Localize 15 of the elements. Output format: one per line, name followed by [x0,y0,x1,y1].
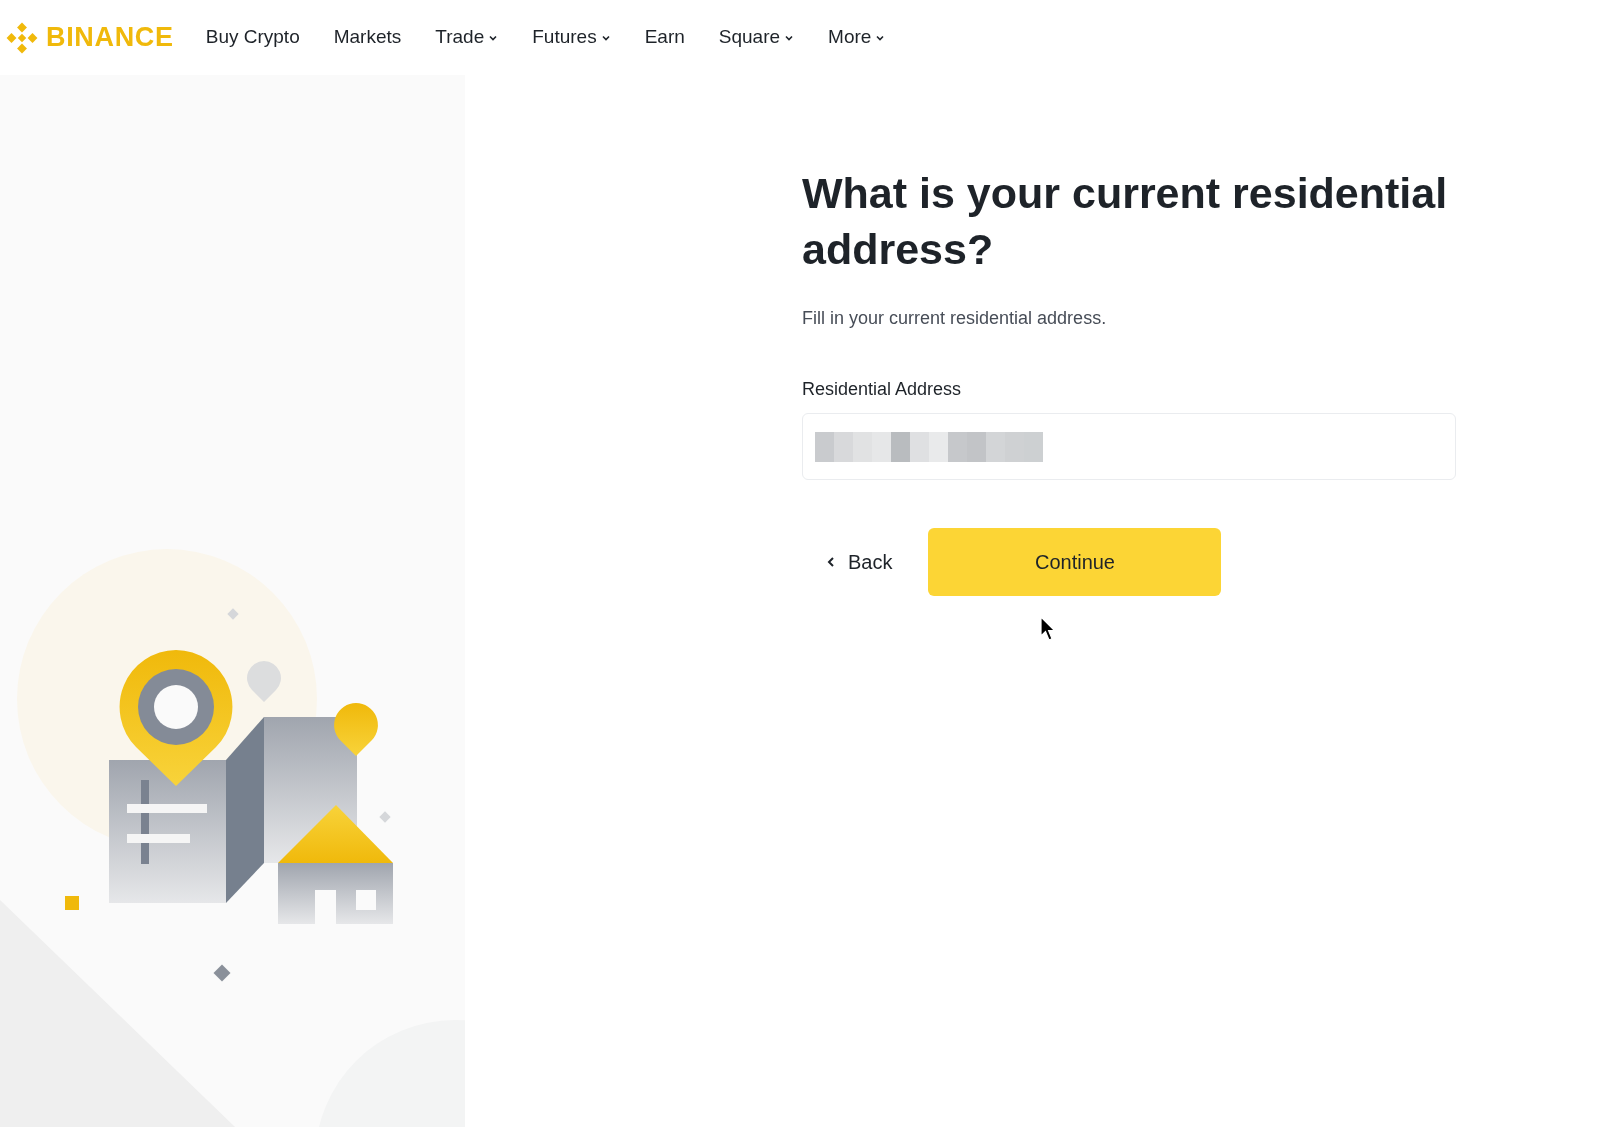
continue-button[interactable]: Continue [928,528,1222,596]
page-subtitle: Fill in your current residential address. [802,307,1108,330]
page-title: What is your current residential address? [802,168,1449,275]
nav-link[interactable]: Square [718,23,795,52]
nav-link[interactable]: Futures [532,23,611,52]
chevron-left-icon [826,556,836,568]
nav-link[interactable]: Markets [333,23,402,52]
nav-link[interactable]: Buy Crypto [205,23,300,52]
nav-link[interactable]: Earn [644,23,685,52]
nav-link[interactable]: Trade [435,23,499,52]
back-button[interactable]: Back [802,528,917,596]
mouse-cursor-icon [1040,616,1056,642]
field-label: Residential Address [802,378,963,401]
nav-link[interactable]: More [828,23,886,52]
address-input-field[interactable] [802,413,1456,480]
